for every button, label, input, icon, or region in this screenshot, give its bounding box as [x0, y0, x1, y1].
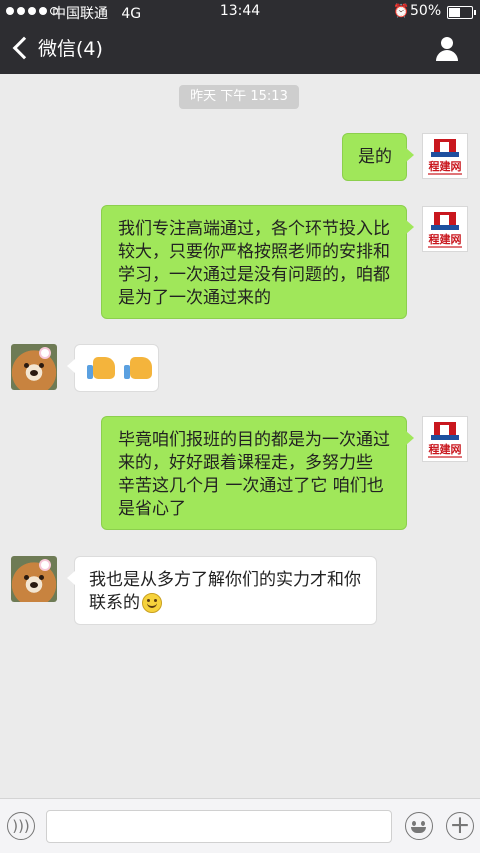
sender-avatar[interactable]: 程建网: [422, 416, 468, 462]
message-bubble-other[interactable]: 我也是从多方了解你们的实力才和你联系的: [67, 556, 377, 625]
person-icon[interactable]: [434, 36, 460, 62]
message-timestamp: 昨天 下午 15:13: [179, 85, 299, 109]
thumbs-up-icon: [124, 357, 153, 379]
logo-text: 程建网: [428, 443, 462, 456]
sender-avatar[interactable]: 程建网: [422, 206, 468, 252]
logo-text: 程建网: [428, 160, 462, 173]
input-bar: ))) +: [0, 798, 480, 853]
chevron-left-icon: [12, 36, 36, 59]
contact-avatar[interactable]: [11, 556, 57, 602]
message-text: 是的: [358, 147, 392, 167]
status-bar: 中国联通 4G 13:44 ⏰ 50%: [0, 0, 480, 24]
sender-avatar[interactable]: 程建网: [422, 133, 468, 179]
back-label: 微信(4): [38, 38, 103, 60]
contact-avatar[interactable]: [11, 344, 57, 390]
message-bubble-mine[interactable]: 是的: [342, 133, 414, 181]
voice-icon[interactable]: ))): [7, 812, 35, 840]
battery-percent: 50%: [410, 3, 442, 19]
message-input[interactable]: [46, 810, 392, 843]
back-button[interactable]: 微信(4): [10, 34, 103, 61]
alarm-icon: ⏰: [393, 4, 410, 19]
message-bubble-other[interactable]: [67, 344, 159, 392]
emoji-icon[interactable]: [405, 812, 433, 840]
message-text: 我也是从多方了解你们的实力才和你联系的: [89, 570, 361, 613]
smiley-icon: [142, 593, 162, 613]
thumbs-up-icon: [87, 357, 115, 379]
message-text: 毕竟咱们报班的目的都是为一次通过来的，好好跟着课程走，多努力些 辛苦这几个月 一…: [118, 430, 390, 519]
logo-text: 程建网: [428, 233, 462, 246]
plus-icon[interactable]: +: [446, 812, 474, 840]
message-bubble-mine[interactable]: 我们专注高端通过，各个环节投入比较大，只要你严格按照老师的安排和学习，一次通过是…: [101, 205, 414, 319]
message-text: 我们专注高端通过，各个环节投入比较大，只要你严格按照老师的安排和学习，一次通过是…: [118, 219, 390, 308]
message-bubble-mine[interactable]: 毕竟咱们报班的目的都是为一次通过来的，好好跟着课程走，多努力些 辛苦这几个月 一…: [101, 416, 414, 530]
battery-icon: [447, 6, 476, 19]
nav-bar: 微信(4): [0, 24, 480, 74]
